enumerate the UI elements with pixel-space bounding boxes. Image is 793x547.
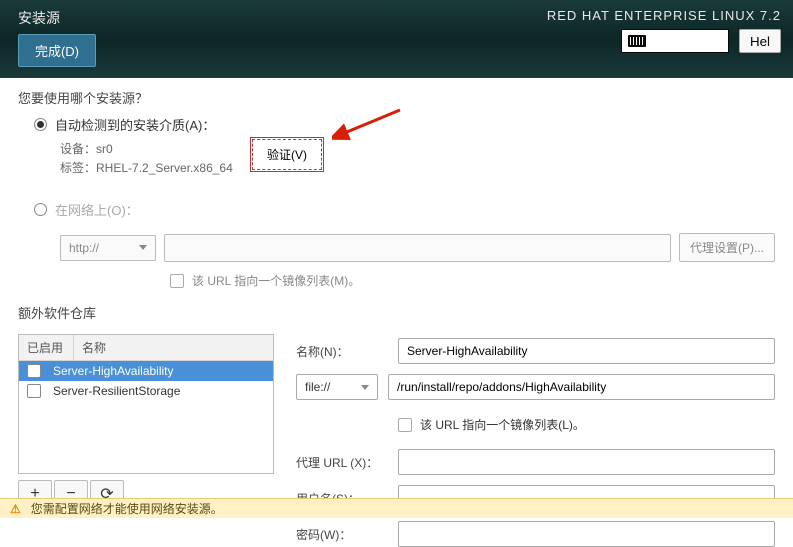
repo-name-label: 名称(N)： <box>296 343 388 360</box>
col-enable: 已启用 <box>19 335 74 360</box>
repo-protocol-select[interactable]: file:// <box>296 374 378 400</box>
repo-name-input[interactable] <box>398 338 775 364</box>
repo-list: 已启用 名称 Server-HighAvailability Server-Re… <box>18 334 274 474</box>
repo-path-input[interactable] <box>388 374 775 400</box>
repo-row[interactable]: Server-HighAvailability <box>19 361 273 381</box>
source-question: 您要使用哪个安装源？ <box>18 88 775 107</box>
page-title: 安装源 <box>18 8 96 28</box>
keyboard-lang: cn <box>652 34 666 48</box>
repo-name: Server-HighAvailability <box>53 364 265 378</box>
col-name: 名称 <box>74 335 114 360</box>
chevron-down-icon <box>361 385 369 390</box>
keyboard-icon <box>628 35 646 47</box>
done-button[interactable]: 完成(D) <box>18 34 96 67</box>
repo-name: Server-ResilientStorage <box>53 384 265 398</box>
chevron-down-icon <box>139 245 147 250</box>
product-label: RED HAT ENTERPRISE LINUX 7.2 <box>547 8 781 23</box>
radio-network[interactable]: 在网络上(O)： <box>34 200 775 219</box>
warning-bar: ⚠ 您需配置网络才能使用网络安装源。 <box>0 498 793 518</box>
repo-title: 额外软件仓库 <box>18 303 775 322</box>
repo-enable-checkbox[interactable] <box>27 364 41 378</box>
repo-mirror-checkbox[interactable] <box>398 418 412 432</box>
password-input[interactable] <box>398 521 775 547</box>
proxy-url-input[interactable] <box>398 449 775 475</box>
radio-network-label: 在网络上(O)： <box>55 200 139 219</box>
help-button[interactable]: Hel <box>739 29 781 53</box>
proxy-settings-button[interactable]: 代理设置(P)... <box>679 233 775 262</box>
warning-text: 您需配置网络才能使用网络安装源。 <box>31 500 223 517</box>
protocol-select[interactable]: http:// <box>60 235 156 261</box>
radio-auto-label: 自动检测到的安装介质(A)： <box>55 115 215 134</box>
keyboard-layout-selector[interactable]: cn <box>621 29 729 53</box>
verify-button[interactable]: 验证(V) <box>252 139 322 170</box>
header: 安装源 完成(D) RED HAT ENTERPRISE LINUX 7.2 c… <box>0 0 793 78</box>
network-url-input[interactable] <box>164 234 671 262</box>
repo-mirror-label: 该 URL 指向一个镜像列表(L)。 <box>420 416 585 433</box>
repo-row[interactable]: Server-ResilientStorage <box>19 381 273 401</box>
repo-list-header: 已启用 名称 <box>19 335 273 361</box>
repo-enable-checkbox[interactable] <box>27 384 41 398</box>
radio-auto-media[interactable]: 自动检测到的安装介质(A)： <box>34 115 775 134</box>
device-info: 设备：sr0 标签：RHEL-7.2_Server.x86_64 <box>60 140 775 178</box>
mirror-main-label: 该 URL 指向一个镜像列表(M)。 <box>192 272 360 289</box>
proxy-url-label: 代理 URL (X)： <box>296 454 388 471</box>
mirror-main-checkbox[interactable] <box>170 274 184 288</box>
warning-icon: ⚠ <box>10 502 21 516</box>
radio-icon <box>34 203 47 216</box>
radio-icon <box>34 118 47 131</box>
password-label: 密码(W)： <box>296 526 388 543</box>
